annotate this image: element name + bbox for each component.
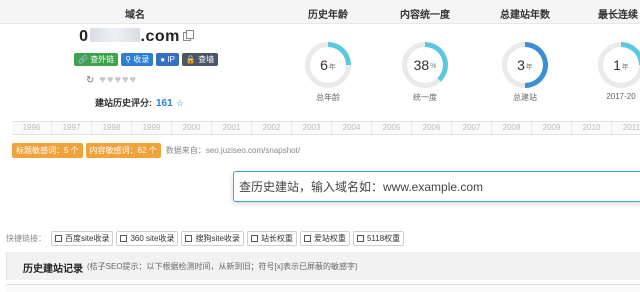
stat-unit: % [430, 63, 437, 70]
heart-icons: ♥♥♥♥♥ [99, 74, 138, 86]
domain-prefix: 0 [79, 28, 89, 45]
tag-label: 查外链 [90, 55, 115, 64]
quick-link-button[interactable]: 搜狗site收录 [181, 231, 244, 246]
table-header: 域名 历史年龄 内容统一度 总建站年数 最长连续 [0, 0, 640, 24]
year-cell[interactable]: 1996 [12, 122, 52, 134]
year-timeline: 1996 1997 1998 1999 2000 2001 2002 2003 2004 2005… [12, 121, 640, 135]
stat-unit: 年 [621, 63, 629, 71]
year-cell[interactable]: 1999 [132, 122, 172, 134]
content-sensitive-badge[interactable]: 内容敏感词：62 个 [85, 143, 161, 158]
stat-ring: 3年 [502, 42, 548, 88]
external-link-icon [303, 235, 311, 242]
stat-ring: 38% [402, 42, 448, 88]
quick-link-label: 站长权重 [260, 234, 293, 243]
stat-value: 6 [320, 57, 328, 73]
data-source: 数据来自：seo.juziseo.com/snapshot/ [165, 146, 301, 155]
tag-label: IP [167, 55, 175, 64]
quick-link-label: 5118权重 [366, 234, 401, 243]
score-value: 161 [156, 98, 173, 109]
stat-ring-center: 38% [407, 47, 443, 83]
quick-link-label: 搜狗site收录 [195, 234, 240, 243]
ip-button[interactable]: ● IP [156, 53, 179, 66]
stat-value: 3 [517, 57, 525, 73]
history-hint: (桔子SEO提示：以下根据检测时间，从新到旧；符号[x]表示已屏蔽的敏感字) [87, 262, 358, 271]
year-cell[interactable]: 2005 [372, 122, 412, 134]
stat-ring-center: 1年 [603, 47, 639, 83]
external-link-icon [250, 235, 258, 242]
stat-label: 2017-20 [606, 92, 636, 101]
history-table-top [6, 284, 640, 292]
stat-value: 1 [613, 57, 621, 73]
header-total-years: 总建站年数 [500, 10, 550, 21]
header-domain: 域名 [125, 10, 145, 21]
quick-link-label: 爱站权重 [313, 234, 346, 243]
copy-icon[interactable] [182, 30, 194, 41]
header-longest-continuous: 最长连续 [598, 10, 638, 21]
quick-links-label: 快捷链接： [6, 234, 46, 243]
sensitive-words: 标题敏感词：5 个 内容敏感词：62 个 数据来自：seo.juziseo.co… [12, 143, 300, 158]
year-cell[interactable]: 2009 [532, 122, 572, 134]
score-label: 建站历史评分: [95, 98, 152, 108]
quick-link-button[interactable]: 站长权重 [246, 231, 297, 246]
indexed-button[interactable]: ⚲ 收录 [121, 53, 154, 66]
check-wall-button[interactable]: 🔒 查墙 [181, 53, 219, 66]
year-cell[interactable]: 1997 [52, 122, 92, 134]
stat-ring: 6年 [305, 42, 351, 88]
domain-name[interactable]: 0 .com [79, 28, 180, 45]
quick-link-label: 百度site收录 [65, 234, 110, 243]
external-link-icon [55, 235, 62, 242]
year-cell[interactable]: 2007 [452, 122, 492, 134]
heart-rating: ↻ ♥♥♥♥♥ [86, 74, 137, 86]
quick-link-button[interactable]: 爱站权重 [299, 231, 350, 246]
year-cell[interactable]: 2006 [412, 122, 452, 134]
header-content-consistency: 内容统一度 [400, 10, 450, 21]
quick-links: 快捷链接： 百度site收录 360 site收录 搜狗site收录 站长权重 爱站权重… [6, 231, 405, 246]
stat-ring: 1年 [598, 42, 640, 88]
quick-link-label: 360 site收录 [130, 234, 175, 243]
quick-link-button[interactable]: 5118权重 [352, 231, 405, 246]
history-title: 历史建站记录 [23, 264, 83, 275]
year-cell[interactable]: 2001 [212, 122, 252, 134]
domain-tools: 🔗 查外链 ⚲ 收录 ● IP 🔒 查墙 [74, 53, 219, 66]
stat-ring-center: 3年 [507, 47, 543, 83]
external-link-icon [120, 235, 128, 242]
refresh-icon[interactable]: ↻ [86, 75, 95, 86]
year-cell[interactable]: 2003 [292, 122, 332, 134]
year-cell[interactable]: 2011 [612, 122, 640, 134]
stat-label: 总年龄 [316, 93, 340, 102]
year-cell[interactable]: 1998 [92, 122, 132, 134]
search-box [233, 171, 640, 202]
history-score: 建站历史评分: 161 ☆ [95, 96, 184, 109]
stat-label: 统一度 [413, 93, 437, 102]
search-input[interactable] [234, 172, 640, 201]
stat-label: 总建站 [513, 93, 537, 102]
star-icon[interactable]: ☆ [176, 98, 184, 108]
tag-label: 收录 [133, 55, 150, 64]
quick-link-button[interactable]: 百度site收录 [51, 231, 114, 246]
year-cell[interactable]: 2000 [172, 122, 212, 134]
stat-value: 38 [413, 57, 430, 73]
year-cell[interactable]: 2002 [252, 122, 292, 134]
external-link-icon [356, 235, 364, 242]
year-cell[interactable]: 2008 [492, 122, 532, 134]
external-link-icon [185, 235, 193, 242]
quick-link-button[interactable]: 360 site收录 [116, 231, 179, 246]
history-section-header: 历史建站记录 (桔子SEO提示：以下根据检测时间，从新到旧；符号[x]表示已屏蔽… [6, 252, 640, 280]
title-sensitive-badge[interactable]: 标题敏感词：5 个 [12, 143, 83, 158]
year-cell[interactable]: 2004 [332, 122, 372, 134]
stat-ring-center: 6年 [310, 47, 346, 83]
year-cell[interactable]: 2010 [572, 122, 612, 134]
stat-unit: 年 [525, 63, 533, 71]
tag-label: 查墙 [198, 55, 215, 64]
header-history-age: 历史年龄 [308, 10, 348, 21]
domain-redacted [89, 28, 140, 42]
domain-block: 0 .com [0, 28, 270, 46]
stat-unit: 年 [328, 63, 336, 71]
check-backlinks-button[interactable]: 🔗 查外链 [74, 53, 119, 66]
domain-suffix: .com [140, 28, 180, 45]
